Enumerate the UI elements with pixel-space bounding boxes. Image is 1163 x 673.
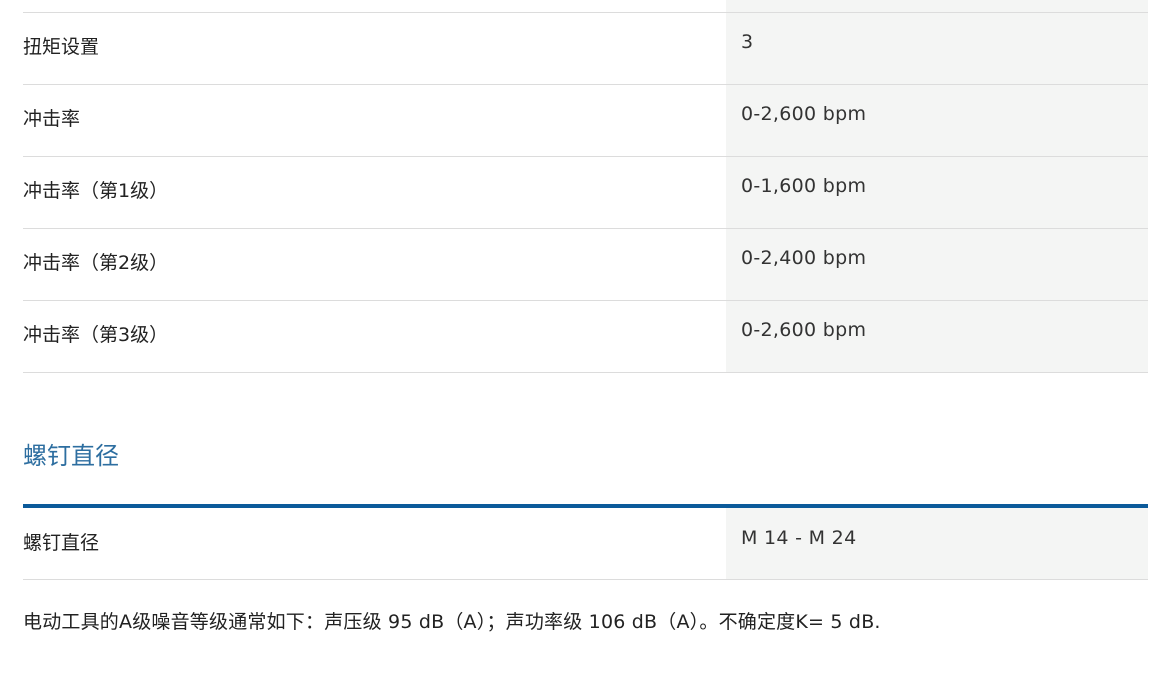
table-row: 冲击率（第3级） 0-2,600 bpm bbox=[23, 301, 1148, 373]
row-label: 冲击率（第2级） bbox=[23, 252, 169, 274]
table-row: 冲击率（第2级） 0-2,400 bpm bbox=[23, 229, 1148, 301]
row-value: 0-2,400 bpm bbox=[726, 229, 1148, 300]
table-row: 冲击率（第1级） 0-1,600 bpm bbox=[23, 157, 1148, 229]
row-label: 螺钉直径 bbox=[23, 532, 100, 554]
row-value: 0-2,600 bpm bbox=[726, 85, 1148, 156]
table-top-edge bbox=[23, 0, 1148, 13]
row-value: 3 bbox=[726, 13, 1148, 84]
row-value: M 14 - M 24 bbox=[726, 508, 1148, 579]
screw-table: 螺钉直径 M 14 - M 24 bbox=[23, 508, 1148, 580]
row-label: 冲击率（第1级） bbox=[23, 180, 169, 202]
row-value: 0-1,600 bpm bbox=[726, 157, 1148, 228]
row-label: 冲击率 bbox=[23, 108, 81, 130]
spec-table: 扭矩设置 3 冲击率 0-2,600 bpm 冲击率（第1级） 0-1,600 … bbox=[23, 13, 1148, 373]
noise-note: 电动工具的A级噪音等级通常如下：声压级 95 dB（A）；声功率级 106 dB… bbox=[23, 611, 881, 633]
table-row: 螺钉直径 M 14 - M 24 bbox=[23, 508, 1148, 580]
table-row: 冲击率 0-2,600 bpm bbox=[23, 85, 1148, 157]
row-label: 扭矩设置 bbox=[23, 36, 100, 58]
row-value: 0-2,600 bpm bbox=[726, 301, 1148, 372]
table-row: 扭矩设置 3 bbox=[23, 13, 1148, 85]
spec-page: 扭矩设置 3 冲击率 0-2,600 bpm 冲击率（第1级） 0-1,600 … bbox=[23, 0, 1148, 632]
row-label: 冲击率（第3级） bbox=[23, 324, 169, 346]
section-title: 螺钉直径 bbox=[23, 442, 119, 470]
